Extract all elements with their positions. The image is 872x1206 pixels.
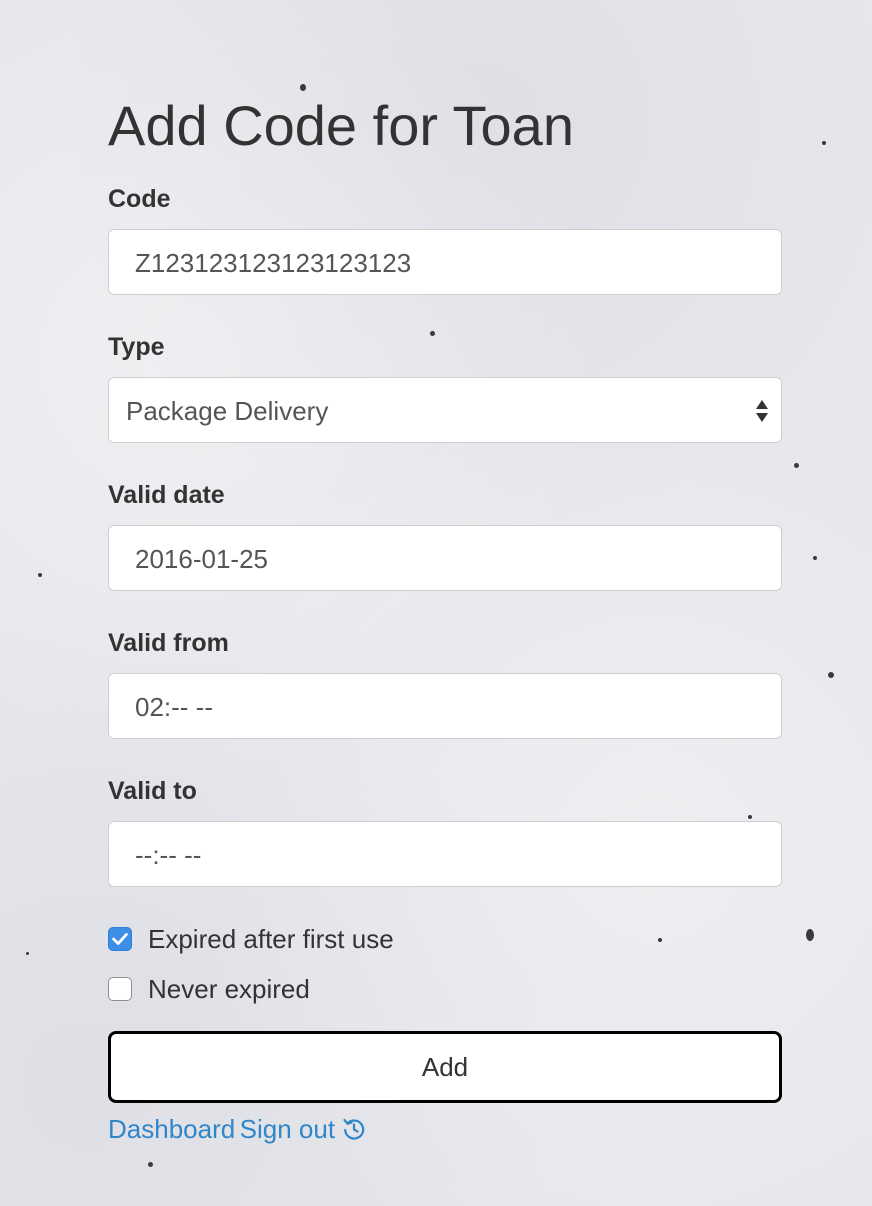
valid-to-value: --:-- -- xyxy=(135,840,202,870)
background-speck xyxy=(828,672,834,678)
add-button[interactable]: Add xyxy=(108,1031,782,1103)
expired-after-first-use-option[interactable]: Expired after first use xyxy=(108,924,508,954)
valid-from-input[interactable]: 02:-- -- xyxy=(108,673,782,739)
valid-date-input[interactable]: 2016-01-25 xyxy=(108,525,782,591)
page: { "page": { "title": "Add Code for Toan"… xyxy=(0,0,872,1206)
never-expired-label: Never expired xyxy=(148,974,310,1004)
valid-to-label: Valid to xyxy=(108,777,197,805)
valid-date-label: Valid date xyxy=(108,481,225,509)
background-speck xyxy=(806,929,814,941)
expired-after-first-use-checkbox[interactable] xyxy=(108,927,132,951)
background-speck xyxy=(38,573,42,577)
dashboard-link[interactable]: Dashboard xyxy=(108,1114,235,1144)
expired-after-first-use-label: Expired after first use xyxy=(148,924,394,954)
background-speck xyxy=(748,815,752,819)
background-speck xyxy=(794,463,799,468)
background-speck xyxy=(658,938,662,942)
background-speck xyxy=(26,952,29,955)
code-input-value: Z123123123123123123 xyxy=(135,248,412,278)
background-speck xyxy=(148,1162,153,1167)
background-speck xyxy=(822,141,826,145)
never-expired-option[interactable]: Never expired xyxy=(108,974,508,1004)
valid-from-value: 02:-- -- xyxy=(135,692,213,722)
sign-out-link[interactable]: Sign out xyxy=(240,1114,367,1144)
footer-links: Dashboard Sign out xyxy=(108,1113,367,1145)
valid-date-value: 2016-01-25 xyxy=(135,544,268,574)
background-speck xyxy=(813,556,817,560)
code-label: Code xyxy=(108,185,171,213)
background-speck xyxy=(430,331,435,336)
select-arrows-icon xyxy=(756,400,768,422)
type-label: Type xyxy=(108,333,165,361)
valid-to-input[interactable]: --:-- -- xyxy=(108,821,782,887)
type-select[interactable]: Package Delivery xyxy=(108,377,782,443)
valid-from-label: Valid from xyxy=(108,629,229,657)
background-speck xyxy=(300,84,306,91)
code-input[interactable]: Z123123123123123123 xyxy=(108,229,782,295)
history-icon xyxy=(343,1118,365,1140)
never-expired-checkbox[interactable] xyxy=(108,977,132,1001)
checkmark-icon xyxy=(112,933,128,945)
page-title: Add Code for Toan xyxy=(108,94,574,157)
sign-out-link-label: Sign out xyxy=(239,1114,336,1144)
type-select-value: Package Delivery xyxy=(126,396,329,426)
